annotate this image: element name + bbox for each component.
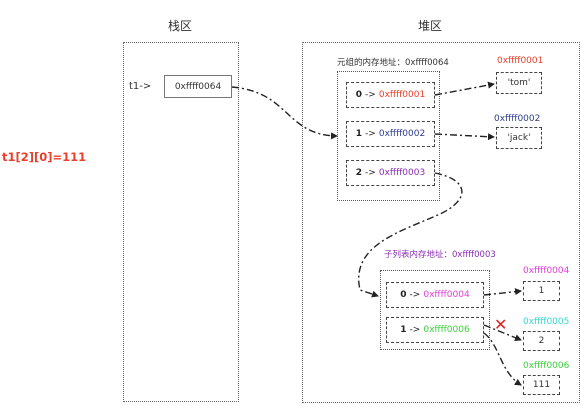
reference-arrows (231, 81, 522, 386)
arrow-tuple1-to-jack (434, 133, 495, 141)
arrow-tuple2-to-sublist (358, 172, 463, 298)
arrow-sublist0-to-int1 (483, 288, 522, 296)
arrow-tuple0-to-tom (434, 81, 495, 96)
arrow-stack-to-tuple (231, 86, 338, 140)
broken-reference-cross-icon: ✕ (494, 315, 508, 334)
arrow-sublist1-to-int111 (483, 332, 522, 386)
